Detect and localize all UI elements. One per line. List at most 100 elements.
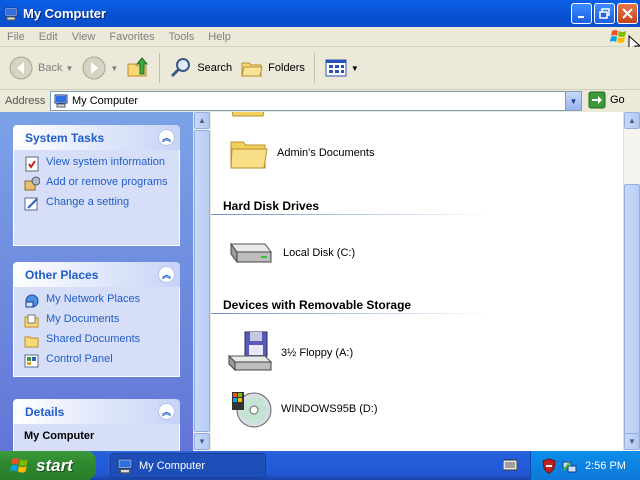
scroll-thumb[interactable] (624, 184, 640, 434)
menu-favorites[interactable]: Favorites (102, 31, 161, 43)
forward-button[interactable]: ▼ (77, 50, 122, 86)
system-info-icon (25, 156, 39, 172)
toolbar-separator (313, 53, 315, 83)
keyboard-icon[interactable] (503, 459, 517, 471)
toolbar-separator (159, 53, 161, 83)
minimize-button[interactable] (571, 3, 592, 24)
details-name: My Computer (24, 430, 95, 442)
scroll-down-button[interactable]: ▼ (624, 433, 640, 450)
go-arrow-icon (588, 91, 606, 109)
my-computer-icon (117, 458, 133, 473)
group-header-hard-disk: Hard Disk Drives (223, 199, 320, 213)
scroll-thumb[interactable] (194, 130, 210, 432)
network-places-icon (25, 294, 39, 308)
floppy-drive-icon (227, 331, 273, 372)
go-button[interactable]: Go (588, 91, 625, 109)
menu-edit[interactable]: Edit (32, 31, 65, 43)
change-setting-icon (24, 197, 38, 211)
control-panel-icon (24, 354, 39, 368)
minimize-icon (577, 15, 584, 18)
taskbar: start My Computer 2:56 PM (0, 451, 640, 480)
place-shared-documents[interactable]: Shared Documents (24, 333, 173, 349)
menu-view[interactable]: View (65, 31, 103, 43)
my-documents-icon (24, 314, 39, 328)
folders-button[interactable]: Folders (236, 50, 309, 86)
shared-documents-icon (24, 336, 39, 348)
task-pane: System Tasks ︽ View system information A… (0, 112, 194, 451)
system-tasks-header[interactable]: System Tasks ︽ (13, 125, 180, 150)
details-panel: Details ︽ My Computer (13, 399, 180, 451)
group-header-removable: Devices with Removable Storage (223, 298, 412, 312)
add-remove-programs-icon (24, 176, 40, 191)
address-input[interactable]: My Computer ▼ (50, 91, 582, 111)
chevron-down-icon: ▼ (628, 437, 636, 446)
close-icon (622, 8, 633, 19)
window-title: My Computer (23, 6, 107, 21)
cd-drive-icon (232, 392, 272, 428)
scroll-up-button[interactable]: ▲ (624, 112, 640, 129)
my-computer-icon (4, 7, 18, 20)
back-arrow-icon (9, 56, 33, 80)
windows-logo-icon (10, 457, 28, 473)
chevron-up-icon: ▲ (198, 116, 206, 125)
up-folder-button[interactable] (122, 50, 154, 86)
start-button[interactable]: start (0, 451, 96, 480)
views-dropdown-icon[interactable]: ▼ (351, 64, 359, 73)
task-change-setting[interactable]: Change a setting (24, 196, 173, 212)
back-dropdown-icon[interactable]: ▼ (65, 64, 73, 73)
address-label: Address (5, 95, 46, 107)
address-value: My Computer (72, 95, 139, 107)
address-dropdown-button[interactable]: ▼ (565, 92, 581, 110)
search-button[interactable]: Search (165, 50, 236, 86)
toolbar: Back ▼ ▼ Search Folders ▼ (0, 47, 640, 90)
drive-local-disk-c[interactable]: Local Disk (C:) (225, 236, 355, 270)
group-divider (211, 313, 491, 314)
security-shield-icon[interactable] (541, 457, 557, 474)
folder-admins-documents[interactable]: Admin's Documents (229, 134, 374, 172)
place-my-documents[interactable]: My Documents (24, 313, 173, 329)
menu-file[interactable]: File (0, 31, 32, 43)
place-control-panel[interactable]: Control Panel (24, 353, 173, 369)
scroll-down-button[interactable]: ▼ (194, 433, 210, 450)
collapse-icon[interactable]: ︽ (158, 129, 175, 146)
clock[interactable]: 2:56 PM (585, 460, 626, 472)
folder-icon (230, 141, 268, 169)
drive-cdrom-d[interactable]: WINDOWS95B (D:) (231, 388, 378, 430)
address-bar: Address My Computer ▼ Go (0, 90, 640, 112)
file-list: Admin's Documents Hard Disk Drives Local… (211, 112, 623, 451)
views-button[interactable]: ▼ (320, 50, 363, 86)
place-my-network-places[interactable]: My Network Places (24, 293, 173, 309)
content-scrollbar[interactable]: ▲ ▼ (623, 112, 640, 451)
taskbar-item-my-computer[interactable]: My Computer (110, 453, 266, 478)
task-pane-scrollbar[interactable]: ▲ ▼ (193, 112, 210, 451)
other-places-panel: Other Places ︽ My Network Places My Docu… (13, 262, 180, 377)
task-add-remove-programs[interactable]: Add or remove programs (24, 176, 173, 192)
folders-icon (241, 62, 263, 77)
collapse-icon[interactable]: ︽ (158, 266, 175, 283)
details-header[interactable]: Details ︽ (13, 399, 180, 424)
search-icon (171, 58, 191, 78)
close-button[interactable] (617, 3, 638, 24)
other-places-header[interactable]: Other Places ︽ (13, 262, 180, 287)
drive-floppy-a[interactable]: 3½ Floppy (A:) (227, 330, 353, 376)
folder-icon (231, 112, 265, 117)
windows-logo-icon (610, 30, 626, 43)
network-icon[interactable] (561, 458, 577, 474)
chevron-up-icon: ▲ (628, 116, 636, 125)
views-icon (325, 59, 347, 77)
title-bar[interactable]: My Computer (0, 0, 640, 27)
menu-help[interactable]: Help (201, 31, 238, 43)
collapse-icon[interactable]: ︽ (158, 403, 175, 420)
hard-disk-icon (230, 242, 272, 264)
task-view-system-info[interactable]: View system information (24, 156, 173, 172)
system-tasks-panel: System Tasks ︽ View system information A… (13, 125, 180, 246)
forward-dropdown-icon[interactable]: ▼ (110, 64, 118, 73)
scroll-up-button[interactable]: ▲ (194, 112, 210, 129)
back-button[interactable]: Back ▼ (4, 50, 77, 86)
menu-tools[interactable]: Tools (162, 31, 202, 43)
chevron-down-icon: ▼ (569, 96, 578, 106)
up-folder-icon (127, 57, 149, 77)
my-computer-icon (54, 94, 68, 108)
restore-button[interactable] (594, 3, 615, 24)
system-tray: 2:56 PM (530, 451, 640, 480)
